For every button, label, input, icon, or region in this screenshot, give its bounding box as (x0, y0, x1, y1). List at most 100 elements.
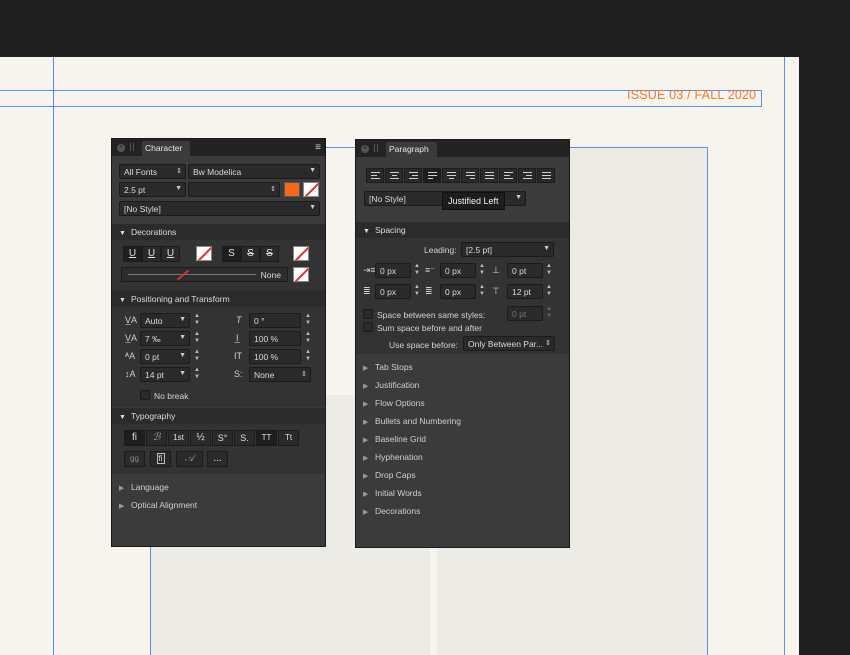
issue-header-text[interactable]: ISSUE 03 / FALL 2020 (627, 88, 756, 102)
double-underline-button[interactable]: U (142, 246, 161, 262)
section-spacing[interactable]: ▼ Spacing (356, 222, 569, 238)
underline-button[interactable]: U (123, 246, 142, 262)
first-indent-field[interactable]: 0 px (440, 263, 476, 278)
subscript-button[interactable]: S. (234, 430, 255, 446)
section-positioning[interactable]: ▼ Positioning and Transform (112, 291, 325, 307)
section-typography[interactable]: ▼ Typography (112, 408, 325, 424)
leading-field[interactable]: 14 pt ▼ (140, 367, 190, 382)
sum-space-checkbox[interactable] (363, 322, 373, 332)
all-caps-button[interactable]: TT (256, 430, 277, 446)
space-before-stepper[interactable]: ▲ ▼ (545, 263, 553, 278)
align-towards-spine-button[interactable] (499, 168, 517, 183)
tab-paragraph[interactable]: Paragraph (386, 142, 437, 157)
baseline-field[interactable]: 0 pt ▼ (140, 349, 190, 364)
section-language[interactable]: ▶ Language (119, 482, 169, 492)
align-center-button[interactable] (385, 168, 403, 183)
underline-color-swatch[interactable] (196, 246, 212, 261)
same-styles-field[interactable]: 0 pt (507, 306, 543, 321)
swash-button[interactable]: ℬ (146, 430, 167, 446)
section-initial-words[interactable]: ▶ Initial Words (363, 488, 422, 498)
kerning-stepper[interactable]: ▲ ▼ (193, 313, 201, 328)
glyph-alternates-button[interactable]: fi (150, 451, 171, 467)
character-style-select[interactable]: [No Style] ▼ (119, 201, 320, 216)
left-indent-stepper[interactable]: ▲ ▼ (413, 263, 421, 278)
section-decorations[interactable]: ▼ Decorations (112, 224, 325, 240)
paragraph-leading-select[interactable]: [2.5 pt] ▼ (461, 242, 554, 257)
underline-style-button[interactable]: U (161, 246, 180, 262)
tracking-field[interactable]: 7 ‰ ▼ (140, 331, 190, 346)
same-styles-stepper[interactable]: ▲ ▼ (545, 306, 553, 321)
space-after-stepper[interactable]: ▲ ▼ (545, 284, 553, 299)
left-indent-field[interactable]: 0 px (375, 263, 411, 278)
double-strikethrough-button[interactable]: S (241, 246, 260, 262)
section-baseline-grid[interactable]: ▶ Baseline Grid (363, 434, 426, 444)
space-before-field[interactable]: 0 pt (507, 263, 543, 278)
line-preview (128, 274, 256, 275)
section-drop-caps[interactable]: ▶ Drop Caps (363, 470, 416, 480)
frame-guide-right (707, 147, 708, 655)
last-indent-field[interactable]: 0 px (440, 284, 476, 299)
justify-center-button[interactable] (442, 168, 460, 183)
space-after-icon: ⊤ (492, 286, 500, 296)
stylistic-alternates-button[interactable]: gg (124, 451, 145, 467)
kerning-field[interactable]: Auto ▼ (140, 313, 190, 328)
section-flow-options[interactable]: ▶ Flow Options (363, 398, 425, 408)
baseline-stepper[interactable]: ▲ ▼ (193, 349, 201, 364)
section-optical-alignment[interactable]: ▶ Optical Alignment (119, 500, 197, 510)
font-collection-select[interactable]: All Fonts ⇕ (119, 164, 186, 179)
use-space-before-select[interactable]: Only Between Par... ⇕ (463, 336, 555, 351)
first-indent-stepper[interactable]: ▲ ▼ (478, 263, 486, 278)
section-bullets-numbering[interactable]: ▶ Bullets and Numbering (363, 416, 461, 426)
justify-select[interactable]: None ⇕ (249, 367, 311, 382)
right-indent-stepper[interactable]: ▲ ▼ (413, 284, 421, 299)
font-family-select[interactable]: Bw Modelica ▼ (188, 164, 320, 179)
right-indent-field[interactable]: 0 px (375, 284, 411, 299)
grip-icon[interactable] (374, 144, 378, 152)
horizontal-scale-stepper[interactable]: ▲ ▼ (304, 349, 312, 364)
strikethrough-button[interactable]: S (222, 246, 241, 262)
last-indent-stepper[interactable]: ▲ ▼ (478, 284, 486, 299)
ligatures-button[interactable]: fi (124, 430, 145, 446)
section-justification[interactable]: ▶ Justification (363, 380, 419, 390)
justify-right-button[interactable] (461, 168, 479, 183)
font-style-select[interactable]: ⇕ (188, 182, 280, 197)
align-spine-button[interactable] (537, 168, 555, 183)
grip-icon[interactable] (130, 143, 134, 151)
more-typography-button[interactable]: ... (207, 451, 228, 467)
section-tab-stops[interactable]: ▶ Tab Stops (363, 362, 413, 372)
same-styles-checkbox[interactable] (363, 309, 373, 319)
leading-stepper[interactable]: ▲ ▼ (193, 367, 201, 382)
shear-stepper[interactable]: ▲ ▼ (304, 313, 312, 328)
line-color-swatch[interactable] (293, 267, 309, 282)
chevron-down-icon: ▼ (309, 204, 316, 211)
section-paragraph-decorations[interactable]: ▶ Decorations (363, 506, 420, 516)
align-left-button[interactable] (366, 168, 384, 183)
fractions-button[interactable]: ½ (190, 430, 211, 446)
align-right-button[interactable] (404, 168, 422, 183)
text-color-swatch[interactable] (284, 182, 300, 197)
vertical-scale-field[interactable]: 100 % (249, 331, 301, 346)
justify-all-button[interactable] (480, 168, 498, 183)
script-alternates-button[interactable]: 𝒜 (176, 451, 203, 467)
section-hyphenation[interactable]: ▶ Hyphenation (363, 452, 423, 462)
no-break-checkbox[interactable] (140, 390, 150, 400)
line-style-select[interactable]: None (121, 267, 288, 282)
close-icon[interactable]: × (361, 145, 369, 153)
close-icon[interactable]: × (117, 144, 125, 152)
tab-character[interactable]: Character (142, 141, 191, 156)
small-caps-button[interactable]: Tt (278, 430, 299, 446)
vertical-scale-stepper[interactable]: ▲ ▼ (304, 331, 312, 346)
panel-menu-icon[interactable]: ≡ (315, 142, 321, 153)
strikethrough-style-button[interactable]: S (260, 246, 279, 262)
shear-field[interactable]: 0 ° (249, 313, 301, 328)
space-after-field[interactable]: 12 pt (507, 284, 543, 299)
ordinals-button[interactable]: 1st (168, 430, 189, 446)
tracking-stepper[interactable]: ▲ ▼ (193, 331, 201, 346)
superscript-button[interactable]: S° (212, 430, 233, 446)
highlight-none-swatch[interactable] (303, 182, 319, 197)
align-away-spine-button[interactable] (518, 168, 536, 183)
horizontal-scale-field[interactable]: 100 % (249, 349, 301, 364)
justify-left-button[interactable] (423, 168, 441, 183)
strike-color-swatch[interactable] (293, 246, 309, 261)
font-size-field[interactable]: 2.5 pt ▼ (119, 182, 186, 197)
